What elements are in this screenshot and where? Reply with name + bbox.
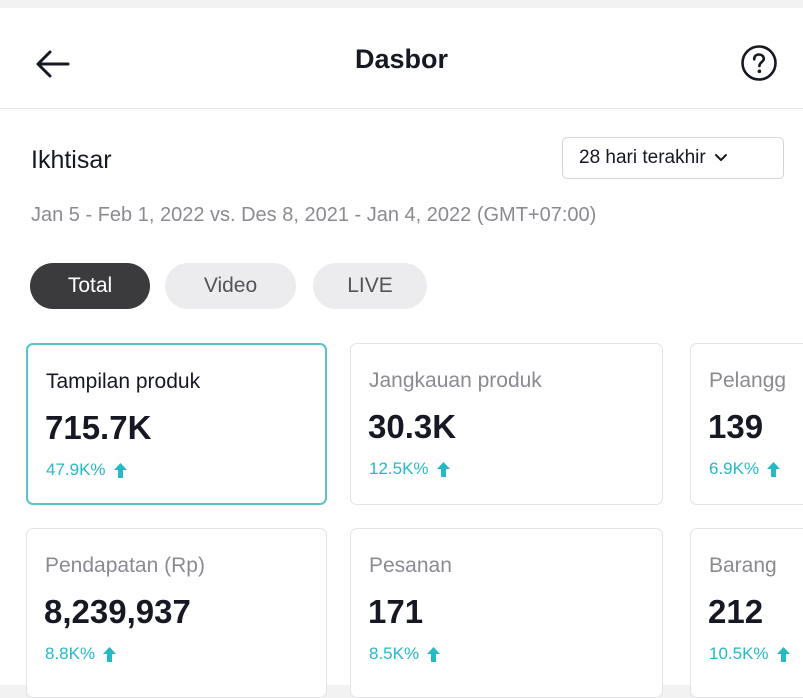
metric-value: 139	[708, 408, 764, 445]
metric-change: 8.5K%	[369, 644, 441, 664]
metric-label: Pendapatan (Rp)	[45, 554, 205, 577]
date-range-dropdown-label: 28 hari terakhir	[579, 147, 706, 168]
metric-card-customers[interactable]: Pelangg 139 6.9K%	[690, 343, 803, 505]
arrow-up-icon	[767, 461, 781, 477]
metric-card-revenue[interactable]: Pendapatan (Rp) 8,239,937 8.8K%	[26, 528, 327, 698]
metric-change-value: 6.9K%	[709, 459, 760, 478]
arrow-up-icon	[436, 461, 450, 477]
date-range-dropdown[interactable]: 28 hari terakhir	[562, 137, 784, 179]
tab-video[interactable]: Video	[165, 263, 296, 309]
metric-change: 8.8K%	[45, 644, 117, 664]
metric-label: Barang	[709, 554, 777, 577]
metric-label: Pesanan	[369, 554, 452, 577]
arrow-up-icon	[113, 462, 127, 478]
page-title: Dasbor	[354, 44, 449, 74]
metric-card-orders[interactable]: Pesanan 171 8.5K%	[350, 528, 663, 698]
tab-live[interactable]: LIVE	[313, 263, 427, 309]
metric-change-value: 10.5K%	[709, 644, 769, 663]
metric-value: 212	[708, 593, 764, 630]
metric-change: 6.9K%	[709, 459, 781, 479]
dashboard-screen: Dasbor Ikhtisar 28 hari terakhir Jan 5 -…	[0, 8, 803, 698]
arrow-up-icon	[776, 646, 790, 662]
metric-label: Tampilan produk	[46, 370, 201, 393]
metric-value: 8,239,937	[44, 593, 191, 630]
metric-card-product-reach[interactable]: Jangkauan produk 30.3K 12.5K%	[350, 343, 663, 505]
comparison-date-range: Jan 5 - Feb 1, 2022 vs. Des 8, 2021 - Ja…	[31, 204, 597, 226]
header-bar: Dasbor	[0, 8, 803, 109]
overview-heading: Ikhtisar	[31, 146, 112, 174]
metric-label: Jangkauan produk	[369, 369, 542, 392]
metric-value: 30.3K	[368, 408, 457, 445]
metric-value: 715.7K	[45, 409, 152, 446]
metric-change: 12.5K%	[369, 459, 450, 479]
metric-card-items[interactable]: Barang 212 10.5K%	[690, 528, 803, 698]
chevron-down-icon	[714, 154, 727, 161]
metric-label: Pelangg	[709, 369, 787, 392]
arrow-up-icon	[103, 646, 117, 662]
metric-change-value: 47.9K%	[46, 460, 106, 479]
metric-change: 47.9K%	[46, 460, 127, 480]
metric-card-product-views[interactable]: Tampilan produk 715.7K 47.9K%	[26, 343, 327, 505]
metric-change: 10.5K%	[709, 644, 790, 664]
metric-change-value: 12.5K%	[369, 459, 429, 478]
metric-change-value: 8.5K%	[369, 644, 420, 663]
metric-value: 171	[368, 593, 424, 630]
tab-total[interactable]: Total	[30, 263, 150, 309]
question-circle-icon[interactable]	[740, 44, 778, 82]
metric-change-value: 8.8K%	[45, 644, 96, 663]
arrow-up-icon	[427, 646, 441, 662]
